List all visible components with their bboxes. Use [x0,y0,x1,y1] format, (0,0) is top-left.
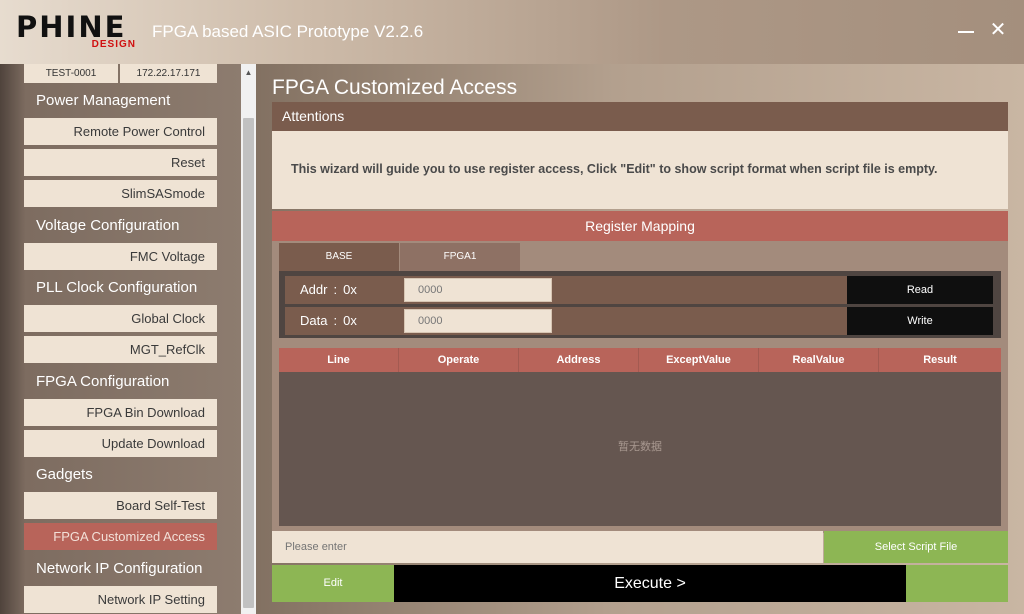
addr-input[interactable] [404,278,552,302]
sidebar-group-pll-clock-configuration[interactable]: PLL Clock Configuration [24,274,217,302]
column-address: Address [519,348,639,372]
sidebar-item-network-ip-setting[interactable]: Network IP Setting [24,586,217,613]
column-real-value: RealValue [759,348,879,372]
column-result: Result [923,354,957,366]
app-title: FPGA based ASIC Prototype V2.2.6 [152,22,424,41]
tab-base[interactable]: BASE [279,243,399,271]
sidebar: TEST-0001 172.22.17.171 Power Management… [0,64,256,614]
write-button[interactable]: Write [847,307,993,335]
table-header: Line Operate Address ExceptValue RealVal… [279,348,1001,372]
script-file-input[interactable] [272,531,823,563]
column-operate: Operate [399,348,519,372]
register-io-box: Addr:0x Read Data:0x Write [279,271,1001,338]
register-mapping-header: Register Mapping [272,211,1008,241]
data-input[interactable] [404,309,552,333]
minimize-icon[interactable] [956,20,976,40]
sidebar-scrollbar[interactable]: ▲ [241,64,256,614]
attentions-header: Attentions [272,102,1008,131]
sidebar-item-update-download[interactable]: Update Download [24,430,217,457]
sidebar-item-fmc-voltage[interactable]: FMC Voltage [24,243,217,270]
page-title: FPGA Customized Access [272,76,518,99]
register-mapping-panel: BASE FPGA1 Addr:0x Read Data:0x Write Li… [272,241,1008,533]
scroll-up-icon[interactable]: ▲ [241,64,256,81]
sidebar-group-fpga-configuration[interactable]: FPGA Configuration [24,368,217,396]
data-label: Data:0x [300,313,357,328]
edit-button[interactable]: Edit [272,565,394,602]
sidebar-item-fpga-bin-download[interactable]: FPGA Bin Download [24,399,217,426]
connection-info: TEST-0001 172.22.17.171 [24,64,217,84]
read-button[interactable]: Read [847,276,993,304]
sidebar-item-fpga-customized-access[interactable]: FPGA Customized Access [24,523,217,550]
execute-button[interactable]: Execute > [394,565,906,602]
data-row: Data:0x [285,307,851,335]
close-icon[interactable]: ✕ [988,20,1008,40]
sidebar-group-network-ip-configuration[interactable]: Network IP Configuration [24,555,217,583]
addr-row: Addr:0x [285,276,851,304]
select-script-file-button[interactable]: Select Script File [824,531,1008,563]
sidebar-group-power-management[interactable]: Power Management [24,87,217,115]
device-ip: 172.22.17.171 [120,64,217,83]
sidebar-item-board-self-test[interactable]: Board Self-Test [24,492,217,519]
sidebar-item-reset[interactable]: Reset [24,149,217,176]
main-content: FPGA Customized Access Attentions This w… [256,64,1024,614]
tab-fpga1[interactable]: FPGA1 [400,243,520,271]
register-table: Line Operate Address ExceptValue RealVal… [279,348,1001,526]
table-empty-text: 暂无数据 [618,441,662,453]
sidebar-item-global-clock[interactable]: Global Clock [24,305,217,332]
column-except-value: ExceptValue [639,348,759,372]
column-line: Line [279,348,399,372]
execute-bar-accent [906,565,1008,602]
logo-sub-text: DESIGN [91,39,136,50]
sidebar-group-voltage-configuration[interactable]: Voltage Configuration [24,212,217,240]
sidebar-item-remote-power-control[interactable]: Remote Power Control [24,118,217,145]
attentions-message: This wizard will guide you to use regist… [272,131,1008,209]
phine-design-logo: PHINE DESIGN [16,12,138,52]
addr-label: Addr:0x [300,282,357,297]
sidebar-group-gadgets[interactable]: Gadgets [24,461,217,489]
sidebar-item-slimsasmode[interactable]: SlimSASmode [24,180,217,207]
device-name: TEST-0001 [24,64,118,83]
logo-main-text: PHINE [16,10,127,44]
title-bar: PHINE DESIGN FPGA based ASIC Prototype V… [0,0,1024,64]
sidebar-item-mgt-refclk[interactable]: MGT_RefClk [24,336,217,363]
scrollbar-thumb[interactable] [243,118,254,608]
